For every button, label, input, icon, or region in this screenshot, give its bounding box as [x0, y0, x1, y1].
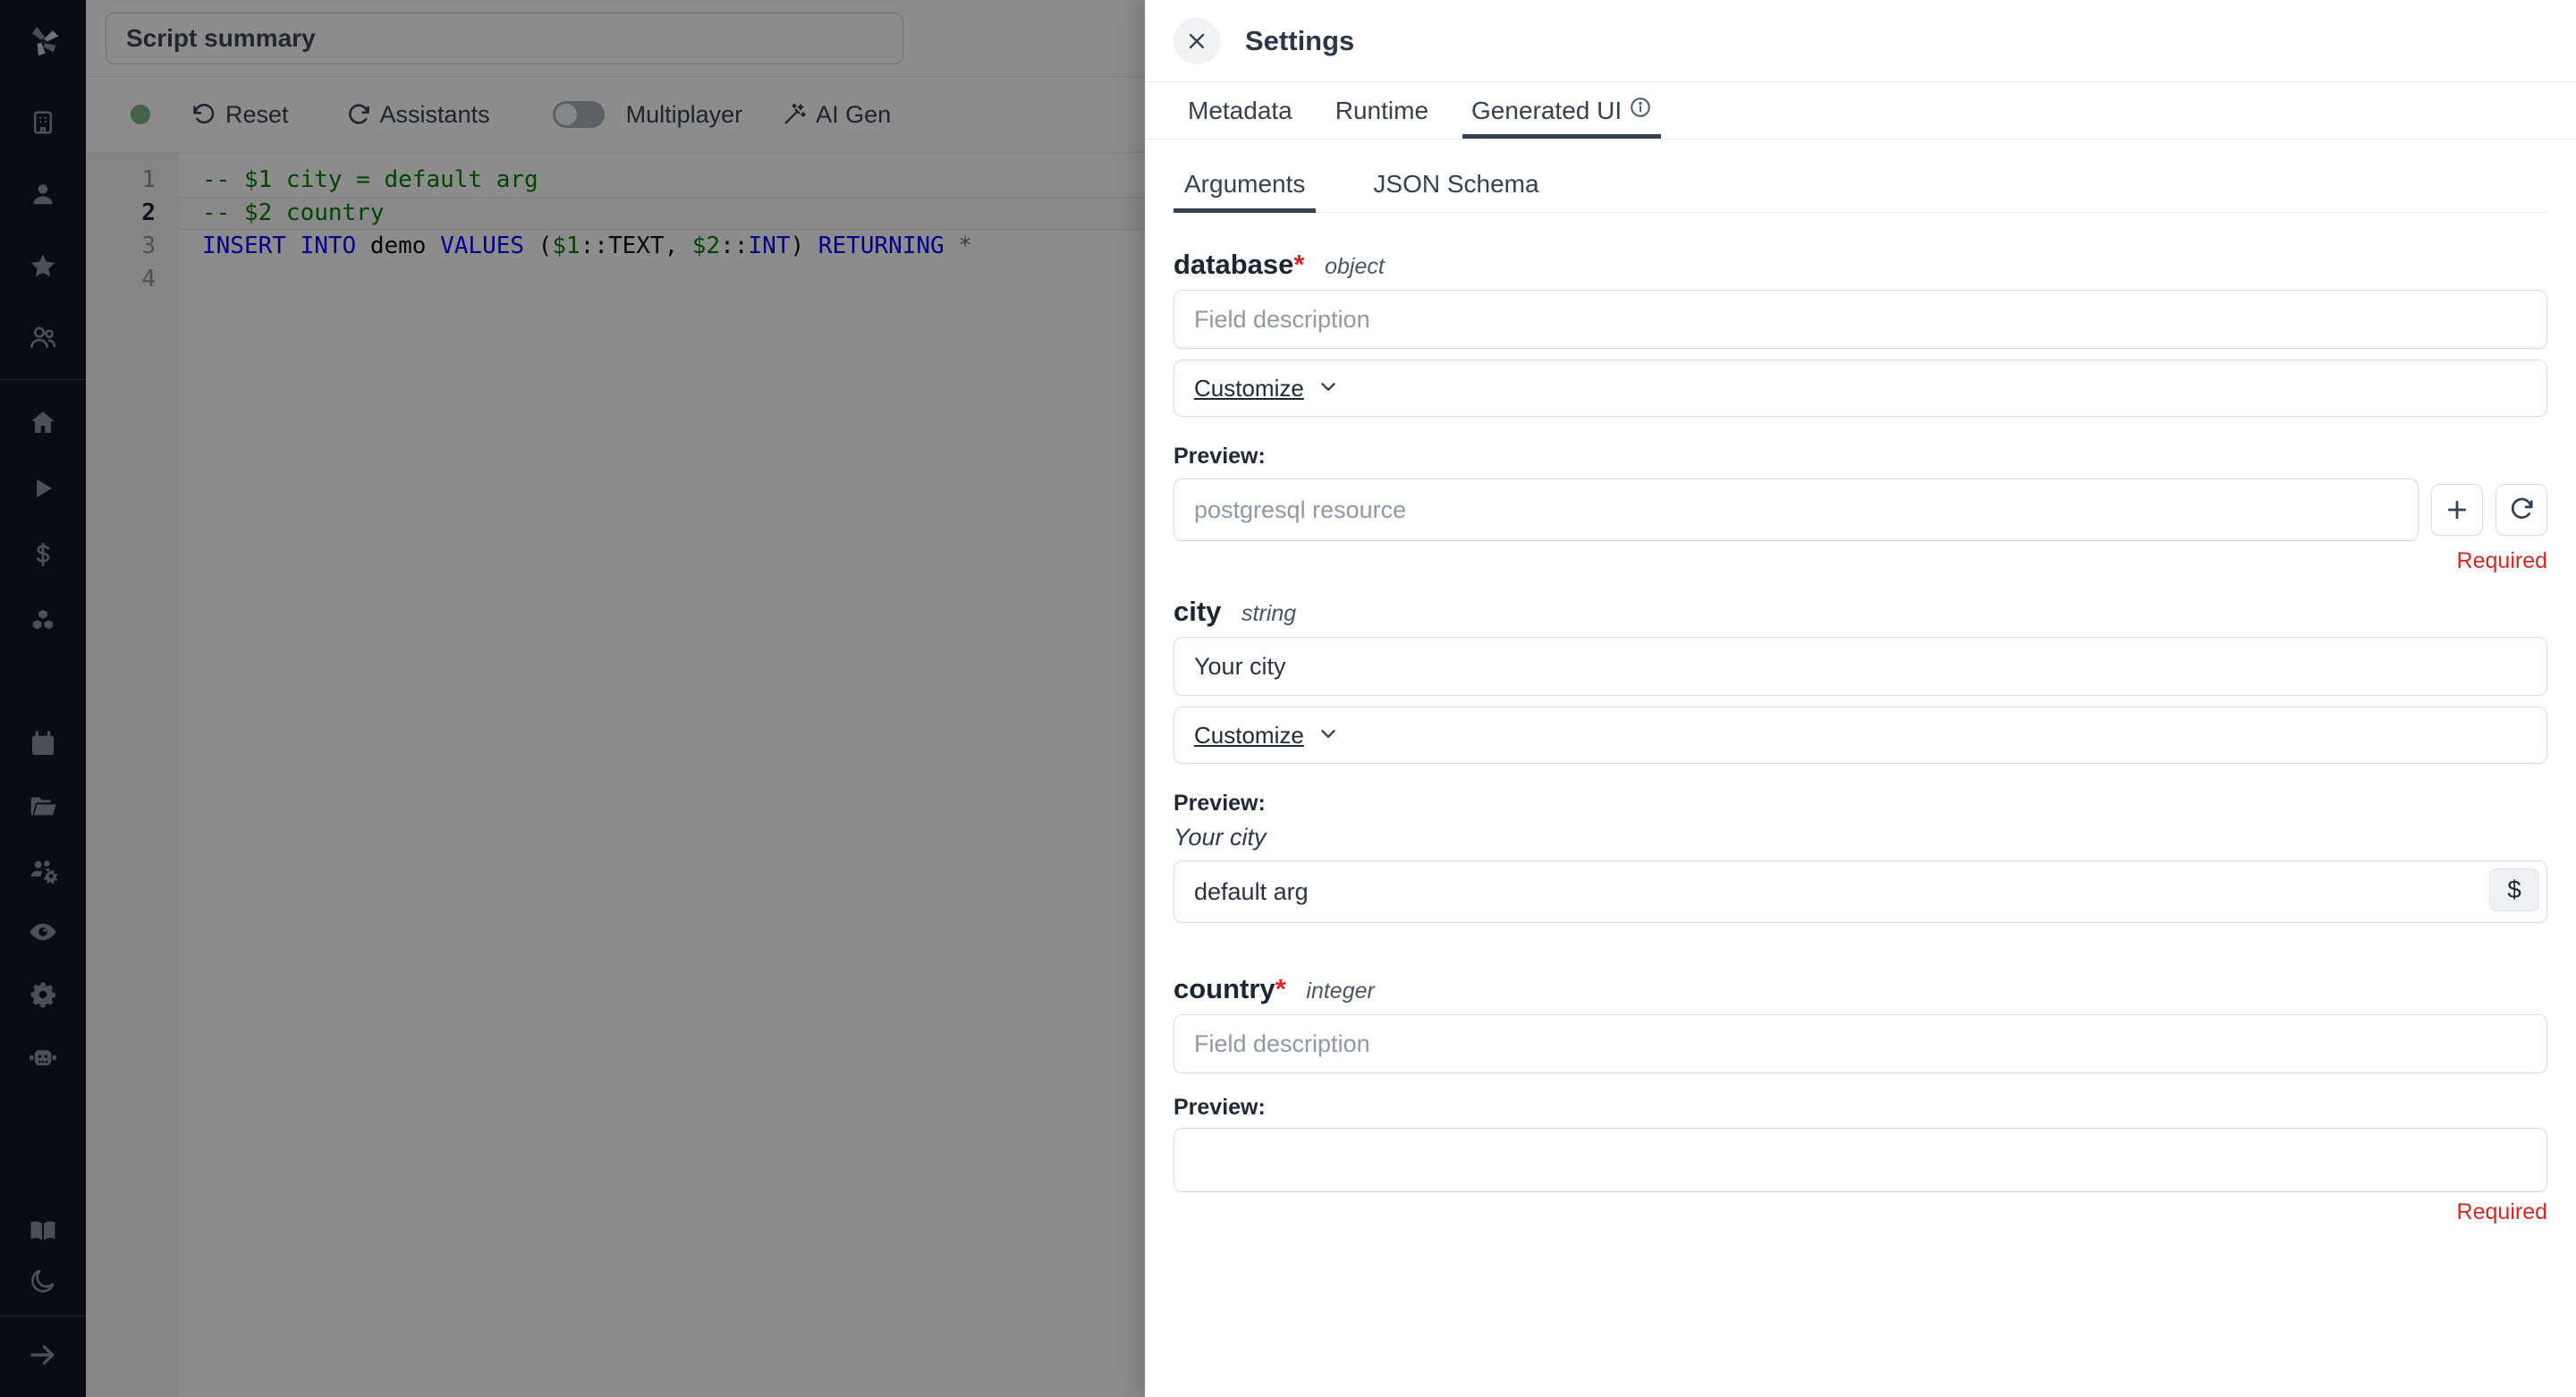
city-default-input[interactable]: [1174, 860, 2547, 923]
database-customize-box[interactable]: Customize: [1174, 360, 2547, 417]
database-customize-link[interactable]: Customize: [1194, 375, 1304, 402]
settings-tabs: Metadata Runtime Generated UI: [1145, 82, 2576, 140]
required-asterisk: *: [1293, 249, 1304, 280]
city-customize-link[interactable]: Customize: [1194, 722, 1304, 749]
database-required-note: Required: [1174, 548, 2547, 574]
tab-runtime[interactable]: Runtime: [1326, 82, 1437, 139]
city-preview-label: Preview:: [1174, 791, 2547, 817]
country-required-note: Required: [1174, 1199, 2547, 1225]
subtab-json-schema-label: JSON Schema: [1373, 170, 1538, 199]
screen: Reset Assistants Multiplayer: [0, 0, 2576, 1397]
field-name-country: country* integer: [1174, 973, 2547, 1005]
refresh-resource-button[interactable]: [2496, 484, 2547, 536]
field-name-text: city: [1174, 596, 1221, 627]
variable-picker-button[interactable]: $: [2489, 868, 2539, 911]
field-type-country: integer: [1306, 978, 1374, 1003]
chevron-down-icon: [1317, 722, 1340, 749]
close-button[interactable]: [1174, 18, 1220, 64]
drawer-body: Arguments JSON Schema database* object C…: [1145, 140, 2576, 1397]
field-name-text: country: [1174, 973, 1275, 1004]
country-description-input[interactable]: [1174, 1014, 2547, 1073]
database-resource-input[interactable]: [1174, 478, 2419, 541]
field-name-database: database* object: [1174, 249, 2547, 281]
modal-backdrop[interactable]: [0, 0, 1145, 1397]
field-section-database: database* object Customize Preview:: [1174, 249, 2547, 574]
plus-icon: [2444, 496, 2470, 523]
field-type-database: object: [1325, 254, 1385, 279]
city-description-input[interactable]: [1174, 637, 2547, 696]
tab-generated-ui[interactable]: Generated UI: [1462, 82, 1661, 139]
settings-drawer: Settings Metadata Runtime Generated UI: [1145, 0, 2576, 1397]
close-icon: [1184, 29, 1209, 54]
field-section-city: city string Customize Preview: Your city…: [1174, 596, 2547, 923]
subtab-json-schema[interactable]: JSON Schema: [1362, 156, 1549, 212]
country-value-input[interactable]: [1174, 1128, 2547, 1192]
tab-generated-ui-label: Generated UI: [1471, 97, 1622, 125]
database-preview-label: Preview:: [1174, 444, 2547, 470]
field-section-country: country* integer Preview: Required: [1174, 973, 2547, 1225]
info-icon[interactable]: [1629, 96, 1652, 125]
city-customize-box[interactable]: Customize: [1174, 707, 2547, 764]
drawer-header: Settings: [1145, 0, 2576, 82]
database-description-input[interactable]: [1174, 290, 2547, 349]
tab-runtime-label: Runtime: [1335, 97, 1428, 125]
field-name-text: database: [1174, 249, 1293, 280]
city-preview-description: Your city: [1174, 824, 2547, 851]
tab-metadata[interactable]: Metadata: [1179, 82, 1301, 139]
chevron-down-icon: [1317, 375, 1340, 402]
subtab-arguments-label: Arguments: [1184, 170, 1305, 199]
subtab-arguments[interactable]: Arguments: [1174, 156, 1316, 212]
tab-metadata-label: Metadata: [1188, 97, 1292, 125]
rotate-cw-icon: [2508, 496, 2535, 523]
field-name-city: city string: [1174, 596, 2547, 628]
drawer-title: Settings: [1245, 25, 1354, 57]
country-preview-label: Preview:: [1174, 1095, 2547, 1121]
add-resource-button[interactable]: [2431, 484, 2483, 536]
schema-subtabs: Arguments JSON Schema: [1174, 156, 2547, 213]
required-asterisk: *: [1275, 973, 1286, 1004]
field-type-city: string: [1241, 601, 1296, 626]
